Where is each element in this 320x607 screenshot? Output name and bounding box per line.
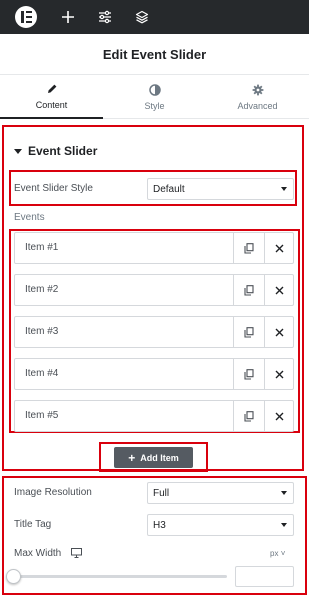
image-resolution-label: Image Resolution [14, 487, 92, 498]
add-item-button[interactable]: + Add Item [114, 447, 193, 468]
unit-value: px [270, 549, 279, 558]
desktop-icon[interactable] [71, 548, 82, 558]
chevron-down-icon [281, 187, 287, 191]
repeater-item-title[interactable]: Item #1 [25, 242, 58, 253]
section-title: Event Slider [28, 144, 98, 158]
gear-icon [252, 84, 263, 95]
image-resolution-value: Full [153, 487, 170, 499]
tab-advanced-label: Advanced [237, 100, 278, 111]
chevron-down-icon [281, 523, 287, 527]
caret-down-icon [14, 148, 22, 154]
title-tag-value: H3 [153, 519, 166, 531]
unit-selector[interactable]: px ˅ [270, 549, 285, 558]
section-header-event-slider[interactable]: Event Slider [14, 144, 97, 158]
event-slider-style-value: Default [153, 183, 185, 195]
repeater-item: Item #5 [14, 400, 294, 432]
event-slider-style-select[interactable]: Default [147, 178, 294, 200]
tab-style-label: Style [144, 100, 165, 111]
title-tag-label: Title Tag [14, 519, 52, 530]
tab-content-label: Content [35, 99, 68, 110]
page-title: Edit Event Slider [102, 46, 207, 62]
pencil-icon [47, 84, 56, 93]
image-resolution-select[interactable]: Full [147, 482, 294, 504]
layers-icon[interactable] [132, 7, 152, 27]
duplicate-icon[interactable] [233, 275, 264, 305]
duplicate-icon[interactable] [233, 401, 264, 431]
max-width-label: Max Width [14, 548, 62, 559]
max-width-slider-handle[interactable] [6, 569, 21, 584]
tab-advanced[interactable]: Advanced [206, 75, 309, 119]
close-icon[interactable] [264, 401, 293, 431]
tab-content[interactable]: Content [0, 75, 103, 119]
close-icon[interactable] [264, 359, 293, 389]
events-label: Events [14, 212, 45, 223]
elementor-logo-icon[interactable] [15, 6, 37, 28]
duplicate-icon[interactable] [233, 359, 264, 389]
sliders-icon[interactable] [95, 7, 115, 27]
repeater-item-title[interactable]: Item #4 [25, 368, 58, 379]
max-width-slider-track[interactable] [14, 575, 227, 578]
add-item-label: Add Item [140, 452, 179, 463]
chevron-down-icon: ˅ [280, 549, 286, 558]
repeater-item-title[interactable]: Item #5 [25, 410, 58, 421]
title-tag-select[interactable]: H3 [147, 514, 294, 536]
repeater-item-title[interactable]: Item #3 [25, 326, 58, 337]
half-circle-icon [148, 83, 161, 96]
plus-icon: + [128, 450, 136, 465]
plus-icon[interactable] [58, 7, 78, 27]
close-icon[interactable] [264, 275, 293, 305]
close-icon[interactable] [264, 317, 293, 347]
top-toolbar [0, 0, 309, 34]
duplicate-icon[interactable] [233, 233, 264, 263]
chevron-down-icon [281, 491, 287, 495]
repeater-item: Item #2 [14, 274, 294, 306]
duplicate-icon[interactable] [233, 317, 264, 347]
repeater-item: Item #3 [14, 316, 294, 348]
repeater-item: Item #1 [14, 232, 294, 264]
max-width-input[interactable] [235, 566, 294, 587]
event-slider-style-label: Event Slider Style [14, 183, 93, 194]
tab-bar: Content Style Advanced [0, 75, 309, 119]
tab-style[interactable]: Style [103, 75, 206, 119]
panel-header: Edit Event Slider [0, 34, 309, 75]
repeater-item: Item #4 [14, 358, 294, 390]
close-icon[interactable] [264, 233, 293, 263]
repeater-item-title[interactable]: Item #2 [25, 284, 58, 295]
